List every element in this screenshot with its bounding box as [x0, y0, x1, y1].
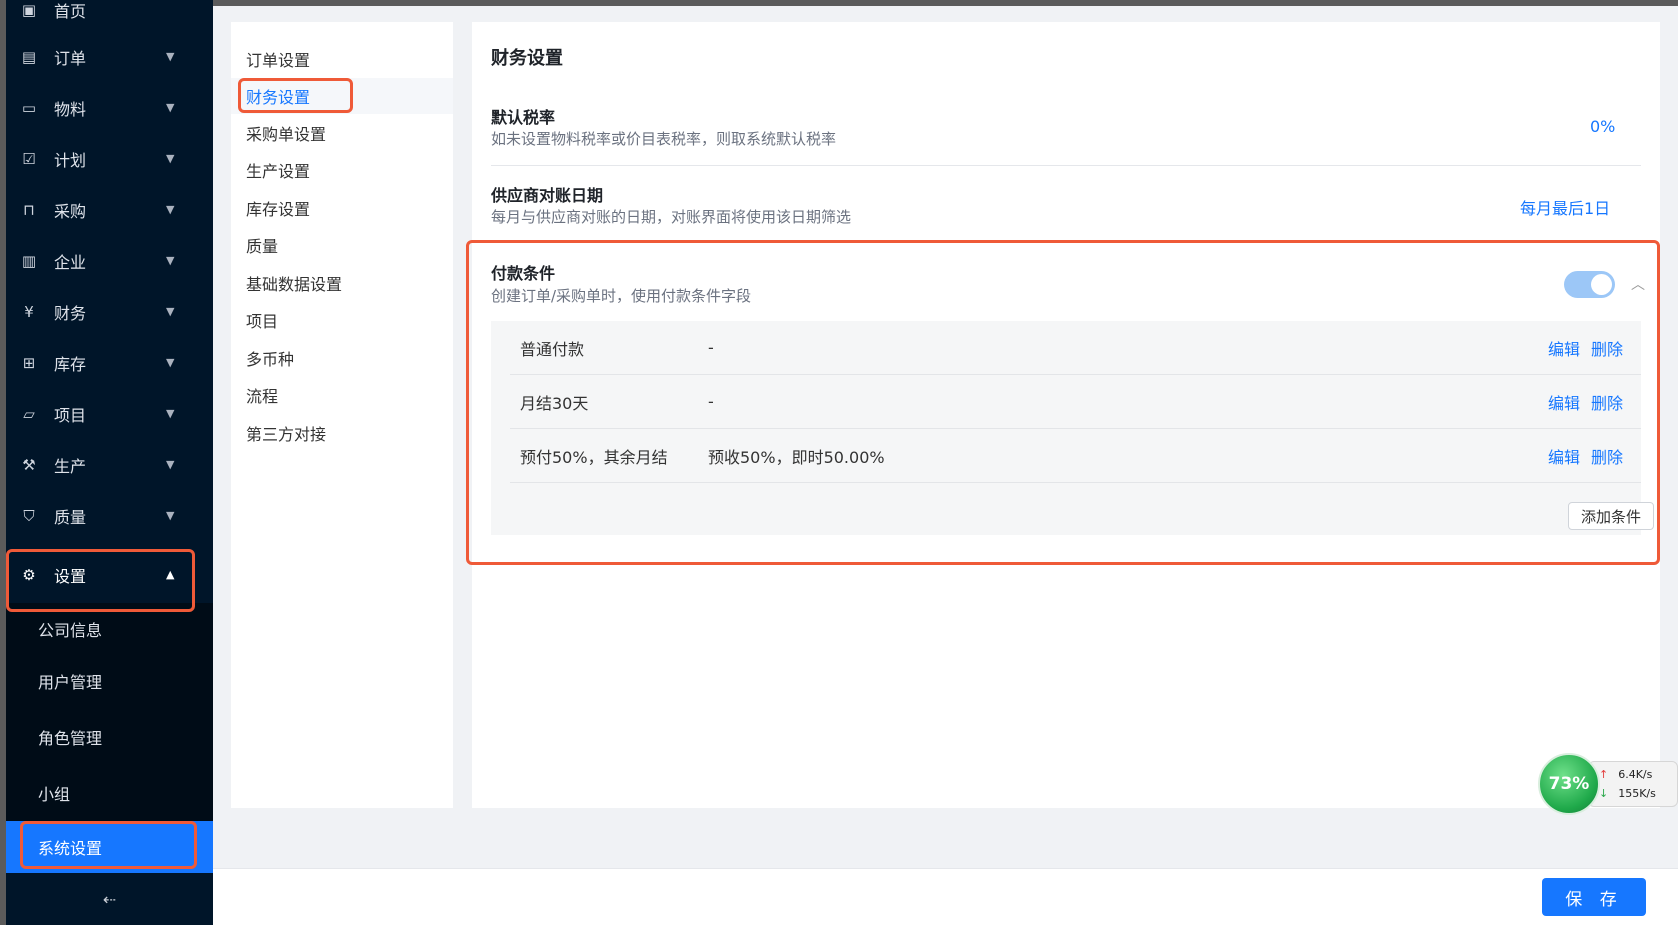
edit-link[interactable]: 编辑: [1548, 390, 1580, 414]
memory-usage-badge: 73%: [1538, 753, 1600, 815]
collapse-sidebar-button[interactable]: ⇠: [6, 873, 213, 925]
network-monitor-widget[interactable]: ↑ 6.4K/s ↓ 155K/s 73%: [1538, 753, 1678, 815]
sidebar-item-orders[interactable]: ▤ 订单 ▼: [6, 31, 213, 82]
upload-speed: 6.4K/s: [1618, 768, 1653, 781]
sidebar-item-plan[interactable]: ☑ 计划 ▼: [6, 133, 213, 184]
material-icon: ▭: [21, 98, 37, 117]
chevron-down-icon: ▼: [166, 203, 175, 216]
settings-menu: 订单设置 财务设置 采购单设置 生产设置 库存设置 质量 基础数据设置 项目 多…: [231, 22, 453, 808]
menu-item-order-settings[interactable]: 订单设置: [231, 41, 453, 77]
sidebar-item-enterprise[interactable]: ▥ 企业 ▼: [6, 235, 213, 286]
default-tax-title: 默认税率: [491, 108, 556, 127]
window-top-strip: [0, 0, 1678, 6]
chevron-down-icon: ▼: [166, 254, 175, 267]
toggle-knob: [1591, 274, 1612, 295]
bag-icon: ⊓: [23, 200, 35, 219]
edit-link[interactable]: 编辑: [1548, 336, 1580, 360]
chevron-down-icon: ▼: [166, 50, 175, 63]
settings-submenu: 公司信息 用户管理 角色管理 小组 系统设置: [6, 603, 213, 873]
sidebar-item-production[interactable]: ⚒ 生产 ▼: [6, 439, 213, 490]
delete-link[interactable]: 删除: [1591, 444, 1623, 468]
folder-icon: ▱: [23, 404, 35, 423]
add-condition-button[interactable]: 添加条件: [1568, 502, 1654, 530]
menu-item-quality[interactable]: 质量: [231, 227, 453, 263]
chevron-down-icon: ▼: [166, 356, 175, 369]
home-icon: ▣: [21, 0, 37, 19]
shield-check-icon: ⛉: [23, 506, 35, 525]
default-tax-desc: 如未设置物料税率或价目表税率，则取系统默认税率: [491, 130, 837, 148]
sidebar-item-inventory[interactable]: ⊞ 库存 ▼: [6, 337, 213, 388]
submenu-item-role-management[interactable]: 角色管理: [6, 711, 213, 763]
sidebar-item-material[interactable]: ▭ 物料 ▼: [6, 82, 213, 133]
wrench-icon: ⚒: [22, 455, 36, 474]
upload-arrow-icon: ↑: [1599, 768, 1609, 781]
supplier-date-title: 供应商对账日期: [491, 186, 604, 205]
table-row: 月结30天 - 编辑 删除: [510, 375, 1641, 429]
payment-terms-title: 付款条件: [491, 264, 556, 283]
delete-link[interactable]: 删除: [1591, 390, 1623, 414]
finance-settings-panel: 财务设置 默认税率 如未设置物料税率或价目表税率，则取系统默认税率 0% 供应商…: [472, 22, 1660, 808]
payment-terms-toggle[interactable]: [1564, 271, 1615, 298]
supplier-date-value[interactable]: 每月最后1日: [1520, 195, 1610, 219]
chevron-down-icon: ▼: [166, 407, 175, 420]
collapse-caret-icon[interactable]: ︿: [1631, 274, 1645, 294]
sidebar-item-home[interactable]: ▣ 首页: [6, 0, 213, 35]
submenu-item-group[interactable]: 小组: [6, 767, 213, 819]
payment-terms-list: 普通付款 - 编辑 删除 月结30天 - 编辑 删除 预付50%，其余月结 预收…: [491, 321, 1654, 535]
chevron-up-icon: ▲: [166, 568, 175, 581]
menu-item-third-party[interactable]: 第三方对接: [231, 415, 453, 451]
delete-link[interactable]: 删除: [1591, 336, 1623, 360]
chevron-down-icon: ▼: [166, 305, 175, 318]
table-row: 预付50%，其余月结 预收50%，即时50.00% 编辑 删除: [510, 429, 1641, 483]
menu-item-inventory-settings[interactable]: 库存设置: [231, 190, 453, 226]
menu-item-production-settings[interactable]: 生产设置: [231, 152, 453, 188]
chevron-down-icon: ▼: [166, 509, 175, 522]
default-tax-value[interactable]: 0%: [1590, 117, 1615, 136]
menu-item-multi-currency[interactable]: 多币种: [231, 340, 453, 376]
supplier-date-desc: 每月与供应商对账的日期，对账界面将使用该日期筛选: [491, 208, 852, 226]
chevron-down-icon: ▼: [166, 458, 175, 471]
sidebar-item-project[interactable]: ▱ 项目 ▼: [6, 388, 213, 439]
menu-item-basic-data-settings[interactable]: 基础数据设置: [231, 265, 453, 301]
download-arrow-icon: ↓: [1599, 787, 1609, 800]
menu-item-purchase-settings[interactable]: 采购单设置: [231, 115, 453, 151]
menu-item-workflow[interactable]: 流程: [231, 377, 453, 413]
menu-item-finance-settings[interactable]: 财务设置: [231, 78, 453, 114]
save-button[interactable]: 保 存: [1542, 878, 1646, 916]
page-title: 财务设置: [491, 48, 563, 69]
yen-icon: ¥: [24, 302, 34, 321]
sidebar-item-quality[interactable]: ⛉ 质量 ▼: [6, 490, 213, 541]
submenu-item-user-management[interactable]: 用户管理: [6, 655, 213, 707]
payment-terms-desc: 创建订单/采购单时，使用付款条件字段: [491, 287, 752, 305]
edit-link[interactable]: 编辑: [1548, 444, 1580, 468]
gear-icon: ⚙: [22, 565, 36, 584]
submenu-item-system-settings[interactable]: 系统设置: [6, 821, 213, 873]
download-speed: 155K/s: [1618, 787, 1656, 800]
divider: [491, 165, 1641, 166]
order-icon: ▤: [21, 47, 37, 66]
network-speed-panel: ↑ 6.4K/s ↓ 155K/s: [1588, 761, 1678, 807]
table-row: 普通付款 - 编辑 删除: [510, 321, 1641, 375]
inventory-icon: ⊞: [22, 353, 36, 372]
building-icon: ▥: [21, 251, 37, 270]
chevron-down-icon: ▼: [166, 101, 175, 114]
calendar-check-icon: ☑: [22, 149, 36, 168]
chevron-down-icon: ▼: [166, 152, 175, 165]
menu-item-project[interactable]: 项目: [231, 302, 453, 338]
sidebar-item-purchase[interactable]: ⊓ 采购 ▼: [6, 184, 213, 235]
sidebar-item-settings[interactable]: ⚙ 设置 ▲: [6, 549, 213, 600]
sidebar-item-finance[interactable]: ¥ 财务 ▼: [6, 286, 213, 337]
sidebar: ▣ 首页 ▤ 订单 ▼ ▭ 物料 ▼ ☑ 计划 ▼ ⊓ 采购 ▼ ▥ 企业 ▼ …: [6, 0, 213, 925]
submenu-item-company-info[interactable]: 公司信息: [6, 603, 213, 655]
footer-bar: [213, 868, 1678, 925]
collapse-arrow-icon: ⇠: [102, 889, 117, 909]
